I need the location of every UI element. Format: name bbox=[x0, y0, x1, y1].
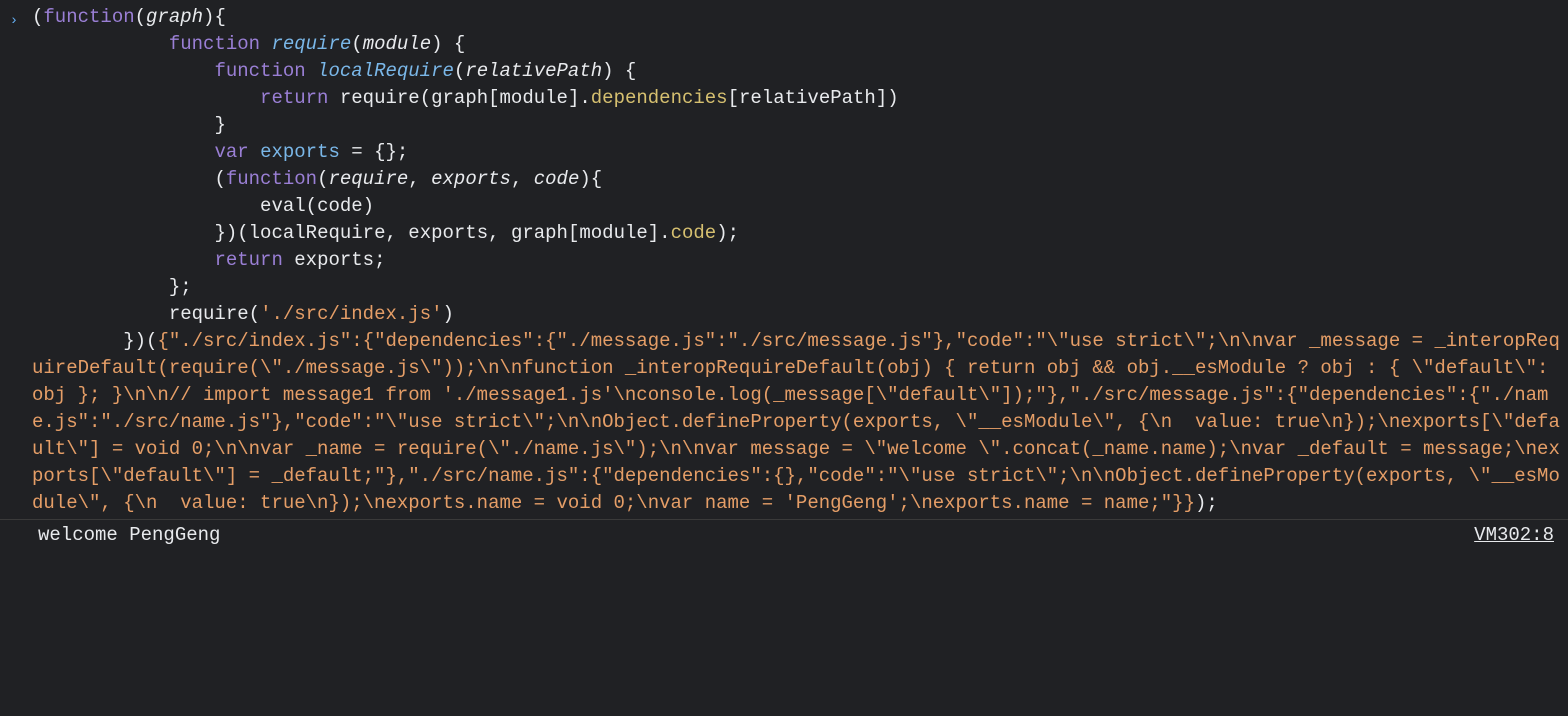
console-log-message: welcome PengGeng bbox=[28, 522, 1474, 549]
log-gutter: · bbox=[0, 522, 28, 553]
console-input-code: (function(graph){ function require(modul… bbox=[28, 4, 1568, 517]
console-input-row[interactable]: › (function(graph){ function require(mod… bbox=[0, 2, 1568, 519]
devtools-console: › (function(graph){ function require(mod… bbox=[0, 0, 1568, 555]
input-prompt-icon: › bbox=[0, 4, 28, 35]
console-log-row: · welcome PengGeng VM302:8 bbox=[0, 519, 1568, 555]
source-link[interactable]: VM302:8 bbox=[1474, 522, 1568, 549]
